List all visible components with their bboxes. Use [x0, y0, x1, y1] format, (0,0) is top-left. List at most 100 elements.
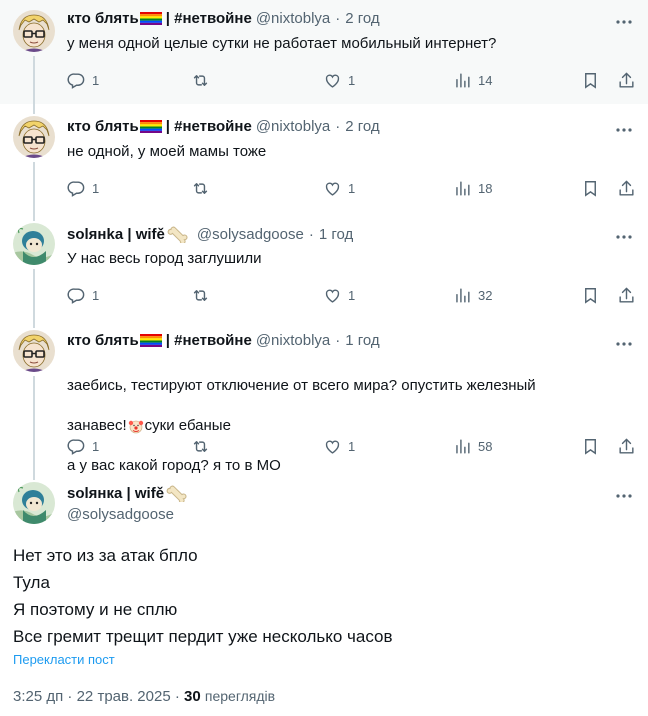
retweet-button[interactable] [191, 436, 216, 456]
main-author: solянка | wifě [67, 484, 188, 502]
tweet-header: кто блять | #нетвойне @nixtoblya · 2 год [67, 10, 380, 27]
timestamp[interactable]: 1 год [319, 226, 353, 243]
post-date[interactable]: 22 трав. 2025 [77, 688, 171, 705]
more-icon[interactable] [614, 14, 634, 30]
views-button[interactable]: 58 [453, 436, 492, 456]
author-handle[interactable]: @solysadgoose [67, 506, 174, 523]
reply-button[interactable]: 1 [67, 285, 99, 305]
author-name-suffix[interactable]: | #нетвойне [166, 118, 252, 135]
author-name[interactable]: solянka | wifě [67, 226, 165, 243]
like-button[interactable]: 1 [323, 285, 355, 305]
separator-dot: · [335, 118, 341, 135]
author-name-suffix[interactable]: | #нетвойне [166, 332, 252, 349]
views-count: 30 [184, 688, 201, 705]
separator-dot: · [335, 10, 341, 27]
views-count: 58 [478, 438, 493, 454]
reply-icon [67, 179, 86, 198]
bookmark-button[interactable] [581, 436, 600, 456]
bookmark-button[interactable] [581, 285, 600, 305]
like-button[interactable]: 1 [323, 178, 355, 198]
reply-count: 1 [92, 72, 100, 88]
retweet-button[interactable] [191, 285, 216, 305]
avatar[interactable] [13, 10, 55, 52]
author-handle[interactable]: @nixtoblya [256, 10, 330, 27]
author-name[interactable]: solянка | wifě [67, 485, 164, 502]
views-label: переглядів [204, 688, 276, 704]
reply-button[interactable]: 1 [67, 178, 99, 198]
timestamp[interactable]: 2 год [345, 10, 379, 27]
more-icon[interactable] [614, 122, 634, 138]
more-icon[interactable] [614, 488, 634, 504]
avatar[interactable] [13, 330, 55, 372]
reply-count: 1 [92, 287, 100, 303]
tweet-text-fragment: занавес! [67, 417, 127, 434]
bookmark-button[interactable] [581, 70, 600, 90]
post-time[interactable]: 3:25 дп [13, 688, 63, 705]
views-button[interactable]: 32 [453, 285, 492, 305]
views-count: 18 [478, 180, 493, 196]
share-button[interactable] [617, 178, 636, 198]
share-icon [617, 286, 636, 305]
tweet-header: кто блять | #нетвойне @nixtoblya · 2 год [67, 118, 380, 135]
reply-icon [67, 286, 86, 305]
views-count: 32 [478, 287, 493, 303]
separator-dot: · [174, 688, 185, 705]
tweet-header: кто блять | #нетвойне @nixtoblya · 1 год [67, 332, 380, 349]
reply-icon [67, 437, 86, 456]
action-bar: 1 1 18 [67, 178, 637, 198]
like-icon [323, 179, 342, 198]
views-count: 14 [478, 72, 493, 88]
timestamp[interactable]: 1 год [345, 332, 379, 349]
avatar[interactable] [13, 223, 55, 265]
action-bar: 1 1 58 [67, 436, 637, 456]
tweet-text-line: заебись, тестируют отключение от всего м… [67, 377, 536, 394]
avatar[interactable] [13, 482, 55, 524]
like-icon [323, 71, 342, 90]
tweet-text-fragment: суки ебаные [144, 417, 231, 434]
bookmark-button[interactable] [581, 178, 600, 198]
like-count: 1 [348, 438, 356, 454]
author-handle[interactable]: @nixtoblya [256, 118, 330, 135]
views-button[interactable]: 18 [453, 178, 492, 198]
tweet-3[interactable]: solянka | wifě @solysadgoose · 1 год У н… [0, 211, 648, 318]
tweet-1[interactable]: кто блять | #нетвойне @nixtoblya · 2 год… [0, 0, 648, 104]
tweet-text-line: занавес! суки ебаные [67, 416, 627, 436]
retweet-button[interactable] [191, 178, 216, 198]
share-icon [617, 179, 636, 198]
author-handle[interactable]: @solysadgoose [197, 226, 304, 243]
more-icon[interactable] [614, 229, 634, 245]
bookmark-icon [581, 437, 600, 456]
author-name[interactable]: кто блять [67, 332, 139, 349]
author-name[interactable]: кто блять [67, 10, 139, 27]
retweet-button[interactable] [191, 70, 216, 90]
more-icon[interactable] [614, 336, 634, 352]
views-button[interactable]: 14 [453, 70, 492, 90]
main-tweet-text: Нет это из за атак бпло Тула Я поэтому и… [13, 546, 393, 646]
share-button[interactable] [617, 70, 636, 90]
like-count: 1 [348, 287, 356, 303]
author-name[interactable]: кто блять [67, 118, 139, 135]
reply-button[interactable]: 1 [67, 70, 99, 90]
timestamp[interactable]: 2 год [345, 118, 379, 135]
like-button[interactable]: 1 [323, 436, 355, 456]
translate-link[interactable]: Перекласти пост [13, 652, 115, 667]
action-bar: 1 1 32 [67, 285, 637, 305]
retweet-icon [191, 286, 210, 305]
retweet-icon [191, 71, 210, 90]
tweet-2[interactable]: кто блять | #нетвойне @nixtoblya · 2 год… [0, 104, 648, 211]
author-handle[interactable]: @nixtoblya [256, 332, 330, 349]
like-button[interactable]: 1 [323, 70, 355, 90]
reply-count: 1 [92, 438, 100, 454]
thread-line [33, 162, 35, 211]
tweet-4[interactable]: кто блять | #нетвойне @nixtoblya · 1 год… [0, 318, 648, 474]
avatar[interactable] [13, 116, 55, 158]
bookmark-icon [581, 286, 600, 305]
like-icon [323, 286, 342, 305]
reply-button[interactable]: 1 [67, 436, 99, 456]
rainbow-flag-icon [140, 120, 162, 133]
bookmark-icon [581, 179, 600, 198]
share-icon [617, 71, 636, 90]
share-button[interactable] [617, 285, 636, 305]
author-name-suffix[interactable]: | #нетвойне [166, 10, 252, 27]
share-button[interactable] [617, 436, 636, 456]
